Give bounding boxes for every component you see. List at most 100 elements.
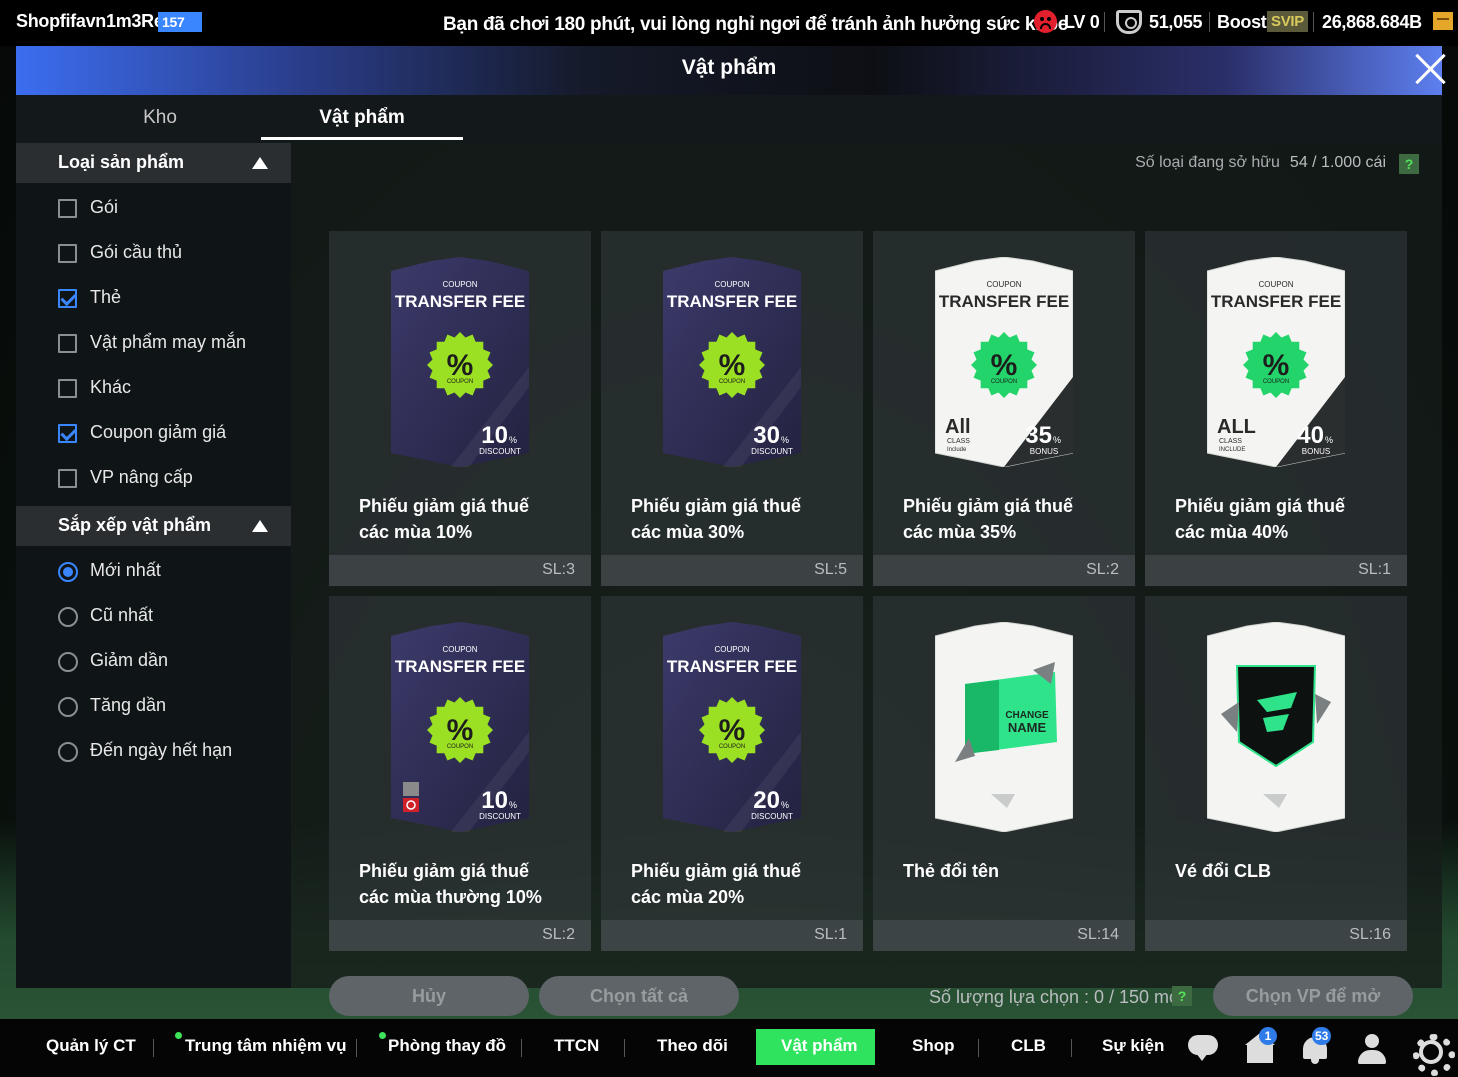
filter-label: Gói xyxy=(90,197,119,217)
nav-phong-thay-do[interactable]: Phòng thay đồ xyxy=(388,1036,506,1056)
nav-shop[interactable]: Shop xyxy=(912,1036,955,1056)
boost-label[interactable]: Boost xyxy=(1217,12,1267,33)
svip-badge[interactable]: SVIP xyxy=(1267,11,1308,32)
sort-moi-nhat[interactable]: Mới nhất xyxy=(58,558,278,588)
divider xyxy=(978,1039,979,1057)
item-card[interactable]: COUPON TRANSFER FEE% COUPON 10% DISCOUNT Phiế… xyxy=(329,596,591,951)
item-qty: SL:1 xyxy=(1358,561,1391,578)
item-art: COUPON TRANSFER FEE% COUPON 20% DISCOUNT xyxy=(663,622,801,832)
item-name: Vé đổi CLB xyxy=(1175,861,1272,881)
sort-giam-dan[interactable]: Giảm dần xyxy=(58,648,278,678)
user-level: 157 xyxy=(162,14,185,30)
coupon-caption: COUPON xyxy=(986,280,1021,289)
checkbox[interactable] xyxy=(58,199,77,218)
item-name: Phiếu giảm giá thuế các mùa 30% xyxy=(631,496,802,542)
checkbox-checked[interactable] xyxy=(58,424,77,443)
filter-vat-pham-may-man[interactable]: Vật phẩm may mắn xyxy=(58,330,278,360)
tab-bar: Kho Vật phẩm xyxy=(16,95,1442,143)
item-card[interactable]: COUPON TRANSFER FEE% COUPON 10% DISCOUNT Phiế… xyxy=(329,231,591,586)
item-qty-bar: SL:3 xyxy=(329,555,591,586)
radio[interactable] xyxy=(58,652,78,672)
help-icon[interactable]: ? xyxy=(1172,986,1192,1006)
coupon-stamp: COUPON xyxy=(447,744,473,750)
coupon-percent-unit: % xyxy=(1053,435,1061,445)
divider xyxy=(1104,12,1105,32)
user-icon[interactable] xyxy=(1356,1033,1388,1064)
nav-vat-pham[interactable]: Vật phẩm xyxy=(781,1036,858,1056)
checkbox[interactable] xyxy=(58,244,77,263)
radio-selected[interactable] xyxy=(58,562,78,582)
nav-ttcn[interactable]: TTCN xyxy=(554,1036,599,1056)
filter-label: Vật phẩm may mắn xyxy=(90,332,247,352)
bottom-nav: Quản lý CT Trung tâm nhiệm vụ Phòng thay… xyxy=(0,1019,1458,1077)
divider xyxy=(521,1039,522,1057)
checkbox[interactable] xyxy=(58,469,77,488)
owned-count: Số loại đang sở hữu 54 / 1.000 cái xyxy=(1135,154,1386,172)
item-card[interactable]: COUPON TRANSFER FEE% COUPON 40% BONUS ALL CLAS… xyxy=(1145,231,1407,586)
sort-label: Đến ngày hết hạn xyxy=(90,740,233,760)
nav-su-kien[interactable]: Sự kiện xyxy=(1102,1036,1164,1056)
checkbox[interactable] xyxy=(58,334,77,353)
radio[interactable] xyxy=(58,742,78,762)
checkbox-checked[interactable] xyxy=(58,289,77,308)
item-art: COUPON TRANSFER FEE% COUPON 10% DISCOUNT xyxy=(391,622,529,832)
coupon-stamp: COUPON xyxy=(447,379,473,385)
filter-goi[interactable]: Gói xyxy=(58,195,278,225)
triangle-up-icon xyxy=(252,520,268,532)
item-name: Phiếu giảm giá thuế các mùa 20% xyxy=(631,861,802,907)
filter-the[interactable]: Thẻ xyxy=(58,285,278,315)
help-icon[interactable]: ? xyxy=(1399,154,1419,174)
item-card[interactable]: CHANGE NAME Thẻ đổi tên SL:14 xyxy=(873,596,1135,951)
item-qty-bar: SL:2 xyxy=(329,920,591,951)
username[interactable]: Shopfifavn1m3Re xyxy=(16,11,164,32)
coupon-sub: DISCOUNT xyxy=(479,447,521,456)
user-level-badge: 157 xyxy=(158,12,203,32)
coupon-include: Include xyxy=(947,447,967,453)
radio[interactable] xyxy=(58,607,78,627)
tab-vat-pham[interactable]: Vật phẩm xyxy=(261,107,463,129)
filter-khac[interactable]: Khác xyxy=(58,375,278,405)
filter-goi-cau-thu[interactable]: Gói cầu thủ xyxy=(58,240,278,270)
item-card[interactable]: Vé đổi CLB SL:16 xyxy=(1145,596,1407,951)
item-card[interactable]: COUPON TRANSFER FEE% COUPON 35% BONUS All CLAS… xyxy=(873,231,1135,586)
item-qty: SL:3 xyxy=(542,561,575,578)
item-card[interactable]: COUPON TRANSFER FEE% COUPON 30% DISCOUNT Phiế… xyxy=(601,231,863,586)
select-all-button[interactable]: Chọn tất cả xyxy=(539,976,739,1016)
item-art: CHANGE NAME xyxy=(934,621,1074,833)
item-card[interactable]: COUPON TRANSFER FEE% COUPON 20% DISCOUNT Phiế… xyxy=(601,596,863,951)
owned-value: 54 / 1.000 cái xyxy=(1289,154,1386,171)
coupon-stamp: COUPON xyxy=(719,744,745,750)
coupon-title: TRANSFER FEE xyxy=(395,292,525,311)
filter-coupon[interactable]: Coupon giảm giá xyxy=(58,420,278,450)
chat-icon[interactable] xyxy=(1186,1033,1218,1063)
radio[interactable] xyxy=(58,697,78,717)
coupon-class: CLASS xyxy=(1219,438,1242,445)
nav-theo-doi[interactable]: Theo dõi xyxy=(657,1036,728,1056)
sort-het-han[interactable]: Đến ngày hết hạn xyxy=(58,738,278,768)
coupon-caption: COUPON xyxy=(442,280,477,289)
coupon-sub: DISCOUNT xyxy=(751,447,793,456)
playtime-notice: Bạn đã chơi 180 phút, vui lòng nghỉ ngơi… xyxy=(443,14,1069,35)
nav-clb[interactable]: CLB xyxy=(1011,1036,1046,1056)
tab-kho[interactable]: Kho xyxy=(56,107,264,129)
sort-cu-nhat[interactable]: Cũ nhất xyxy=(58,603,278,633)
gem-icon xyxy=(1433,12,1453,30)
nav-quan-ly-ct[interactable]: Quản lý CT xyxy=(46,1036,136,1056)
sort-header[interactable]: Sắp xếp vật phẩm xyxy=(16,506,291,546)
product-type-header[interactable]: Loại sản phẩm xyxy=(16,143,291,183)
coupon-stamp: COUPON xyxy=(991,379,1017,385)
nav-trung-tam-nhiem-vu[interactable]: Trung tâm nhiệm vụ xyxy=(185,1036,347,1056)
sort-label: Tăng dần xyxy=(90,695,167,715)
sort-tang-dan[interactable]: Tăng dần xyxy=(58,693,278,723)
choose-open-button[interactable]: Chọn VP để mở xyxy=(1213,976,1413,1016)
close-icon[interactable] xyxy=(1414,52,1448,86)
cancel-button[interactable]: Hủy xyxy=(329,976,529,1016)
gear-icon[interactable] xyxy=(1411,1033,1455,1076)
rename-text-2: NAME xyxy=(1008,720,1047,735)
checkbox[interactable] xyxy=(58,379,77,398)
item-qty-bar: SL:1 xyxy=(601,920,863,951)
coupon-caption: COUPON xyxy=(1258,280,1293,289)
item-art: COUPON TRANSFER FEE% COUPON 40% BONUS ALL CLAS… xyxy=(1206,256,1346,468)
filter-vp-nang-cap[interactable]: VP nâng cấp xyxy=(58,465,278,495)
coupon-caption: COUPON xyxy=(442,645,477,654)
